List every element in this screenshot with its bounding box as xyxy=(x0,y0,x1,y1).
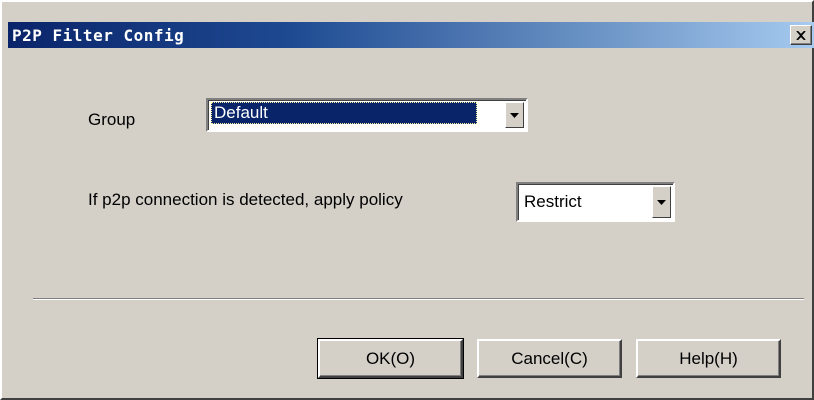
group-select[interactable]: Default xyxy=(206,98,528,132)
p2p-filter-config-dialog: P2P Filter Config Group Default If p2p c… xyxy=(0,0,814,400)
title-bar[interactable]: P2P Filter Config xyxy=(8,22,814,48)
ok-button[interactable]: OK(O) xyxy=(317,338,464,379)
chevron-down-icon xyxy=(657,199,666,205)
close-button[interactable] xyxy=(790,25,812,45)
policy-label: If p2p connection is detected, apply pol… xyxy=(88,190,403,209)
window-title: P2P Filter Config xyxy=(12,26,185,45)
chevron-down-icon xyxy=(510,112,519,118)
group-label: Group xyxy=(88,110,136,129)
policy-dropdown-button[interactable] xyxy=(652,186,671,218)
separator xyxy=(33,298,804,300)
help-button[interactable]: Help(H) xyxy=(636,339,781,378)
group-select-value: Default xyxy=(211,102,477,124)
policy-select-value: Restrict xyxy=(524,192,582,211)
policy-select[interactable]: Restrict xyxy=(516,182,675,222)
group-dropdown-button[interactable] xyxy=(505,102,524,128)
close-icon xyxy=(796,30,806,40)
cancel-button[interactable]: Cancel(C) xyxy=(477,339,622,378)
